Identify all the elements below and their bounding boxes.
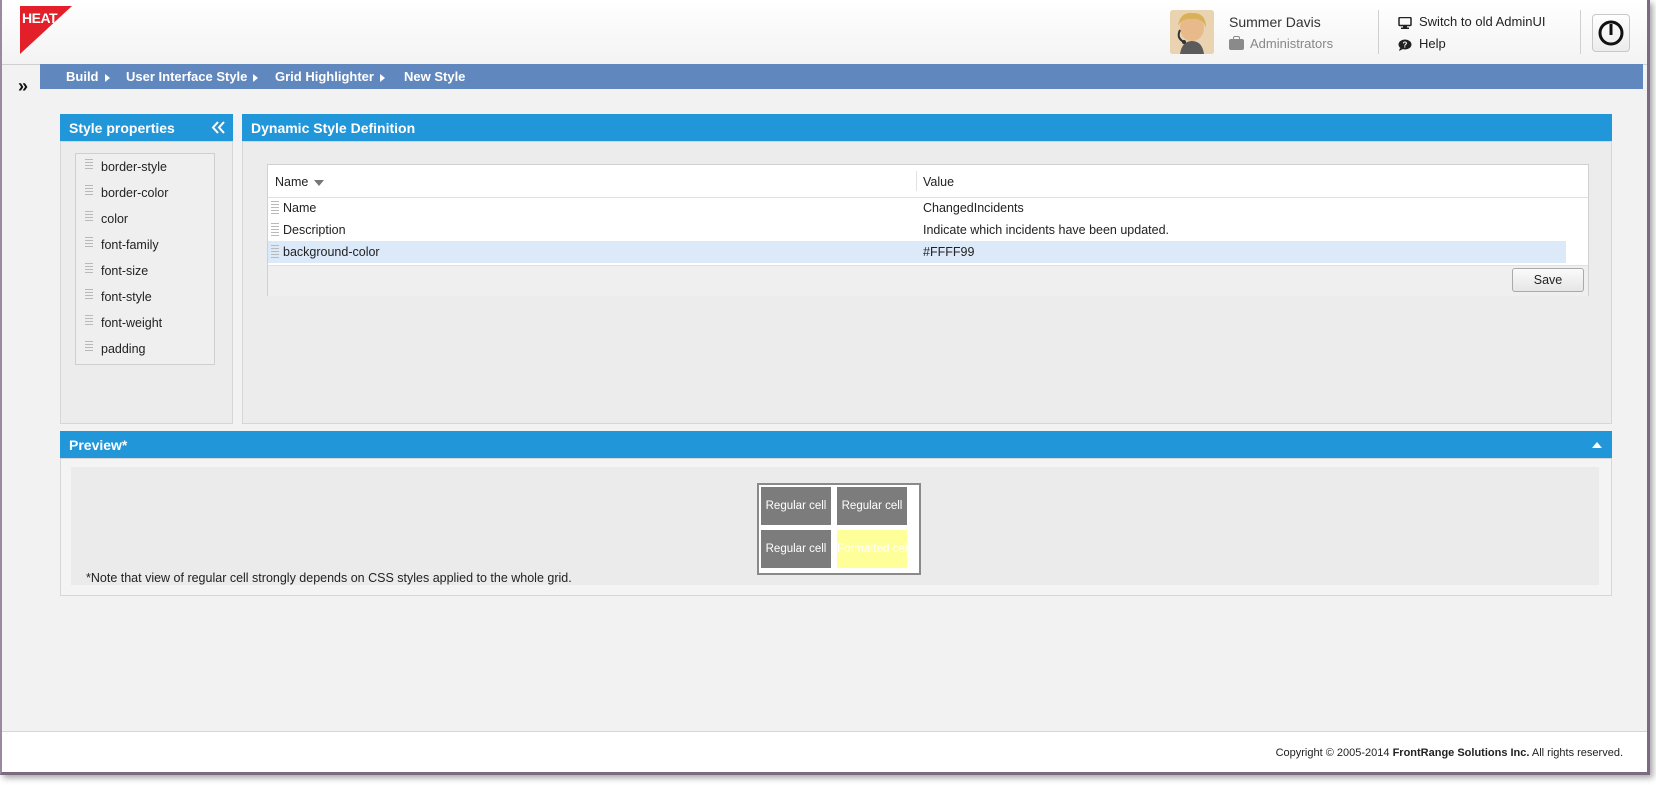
preview-cell-regular: Regular cell — [760, 529, 832, 569]
switch-admin-link[interactable]: Switch to old AdminUI — [1398, 14, 1545, 29]
property-item[interactable]: font-weight — [76, 310, 214, 336]
save-button[interactable]: Save — [1512, 268, 1584, 292]
style-properties-title: Style properties — [69, 120, 175, 136]
breadcrumb-ui-style[interactable]: User Interface Style — [126, 69, 259, 84]
table-row[interactable]: Description Indicate which incidents hav… — [268, 219, 1566, 241]
drag-handle-icon[interactable] — [85, 159, 93, 171]
drag-handle-icon[interactable] — [85, 185, 93, 197]
drag-handle-icon[interactable] — [85, 211, 93, 223]
chevron-right-icon — [379, 73, 385, 82]
heat-logo[interactable]: HEAT — [20, 6, 72, 58]
drag-handle-icon[interactable] — [85, 315, 93, 327]
user-role[interactable]: Administrators — [1229, 36, 1333, 51]
definition-title: Dynamic Style Definition — [251, 120, 416, 136]
drag-handle-icon[interactable] — [85, 289, 93, 301]
drag-handle-icon[interactable] — [271, 245, 279, 259]
style-properties-header: Style properties — [60, 114, 233, 141]
preview-cell-formatted: Formatted cell — [836, 529, 908, 569]
user-name[interactable]: Summer Davis — [1229, 14, 1321, 30]
user-photo-icon — [1170, 10, 1214, 54]
breadcrumb-new-style: New Style — [404, 69, 466, 84]
table-row[interactable]: Name ChangedIncidents — [268, 197, 1566, 219]
breadcrumb: Build User Interface Style Grid Highligh… — [40, 64, 1643, 89]
chevron-right-icon — [104, 73, 110, 82]
logo-text: HEAT — [22, 10, 58, 26]
property-item[interactable]: border-color — [76, 180, 214, 206]
breadcrumb-build[interactable]: Build — [66, 69, 110, 84]
header-divider-2 — [1580, 10, 1581, 54]
column-divider[interactable] — [916, 171, 917, 191]
column-header-name[interactable]: Name — [275, 175, 325, 189]
property-item[interactable]: font-size — [76, 258, 214, 284]
table-row-selected[interactable]: background-color #FFFF99 — [268, 241, 1566, 263]
power-icon — [1598, 20, 1624, 46]
drag-handle-icon[interactable] — [85, 237, 93, 249]
preview-grid: Regular cell Regular cell Regular cell F… — [757, 483, 921, 575]
chevron-right-icon — [253, 73, 259, 82]
collapse-up-icon[interactable] — [1592, 442, 1602, 448]
monitor-icon — [1398, 16, 1412, 29]
drag-handle-icon[interactable] — [85, 341, 93, 353]
definition-header: Dynamic Style Definition — [242, 114, 1612, 141]
briefcase-icon — [1229, 36, 1244, 51]
app-window: HEAT Summer Davis Administrators Switch … — [0, 0, 1650, 775]
style-properties-list: border-style border-color color font-fam… — [75, 153, 215, 365]
help-bubble-icon: ? — [1398, 39, 1412, 51]
drag-handle-icon[interactable] — [85, 263, 93, 275]
preview-note: *Note that view of regular cell strongly… — [86, 571, 572, 585]
grid-footer: Save — [268, 265, 1588, 296]
property-item[interactable]: padding — [76, 336, 214, 362]
sort-down-icon[interactable] — [314, 179, 325, 186]
help-link[interactable]: ? Help — [1398, 36, 1446, 51]
user-role-label: Administrators — [1250, 36, 1334, 51]
property-item[interactable]: font-style — [76, 284, 214, 310]
definition-grid: Name Value Name ChangedIncidents Descrip… — [267, 164, 1589, 296]
collapse-left-icon[interactable] — [211, 121, 225, 134]
copyright: Copyright © 2005-2014 FrontRange Solutio… — [1275, 747, 1623, 759]
property-item[interactable]: color — [76, 206, 214, 232]
help-label: Help — [1419, 36, 1446, 51]
drag-handle-icon[interactable] — [271, 201, 279, 215]
avatar[interactable] — [1170, 10, 1214, 54]
breadcrumb-grid-highlighter[interactable]: Grid Highlighter — [275, 69, 385, 84]
preview-title: Preview* — [69, 437, 128, 453]
drag-handle-icon[interactable] — [271, 223, 279, 237]
property-item[interactable]: font-family — [76, 232, 214, 258]
preview-cell-regular: Regular cell — [760, 486, 832, 526]
top-header: HEAT Summer Davis Administrators Switch … — [2, 0, 1647, 65]
svg-text:?: ? — [1403, 40, 1408, 49]
preview-cell-regular: Regular cell — [836, 486, 908, 526]
grid-header: Name Value — [268, 165, 1588, 198]
footer: Copyright © 2005-2014 FrontRange Solutio… — [2, 731, 1647, 772]
column-header-value[interactable]: Value — [923, 175, 954, 189]
property-item[interactable]: border-style — [76, 154, 214, 180]
switch-admin-label: Switch to old AdminUI — [1419, 14, 1546, 29]
header-divider — [1378, 10, 1379, 54]
expand-nav-icon[interactable]: » — [18, 76, 28, 97]
company-name: FrontRange Solutions Inc. — [1392, 747, 1530, 759]
preview-header: Preview* — [60, 431, 1612, 458]
logout-button[interactable] — [1592, 14, 1630, 52]
